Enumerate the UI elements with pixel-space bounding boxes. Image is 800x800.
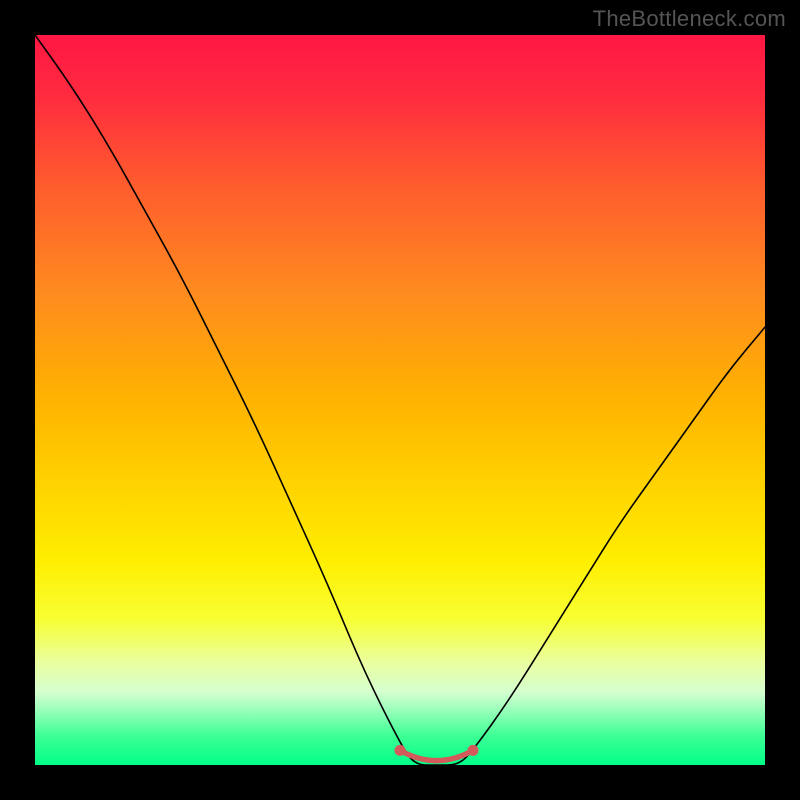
- gradient-bg: [35, 35, 765, 765]
- chart-frame: TheBottleneck.com: [0, 0, 800, 800]
- watermark-text: TheBottleneck.com: [593, 6, 786, 32]
- valley-dot-right: [468, 745, 479, 756]
- bottleneck-chart: [35, 35, 765, 765]
- valley-dot-left: [395, 745, 406, 756]
- plot-area: [35, 35, 765, 765]
